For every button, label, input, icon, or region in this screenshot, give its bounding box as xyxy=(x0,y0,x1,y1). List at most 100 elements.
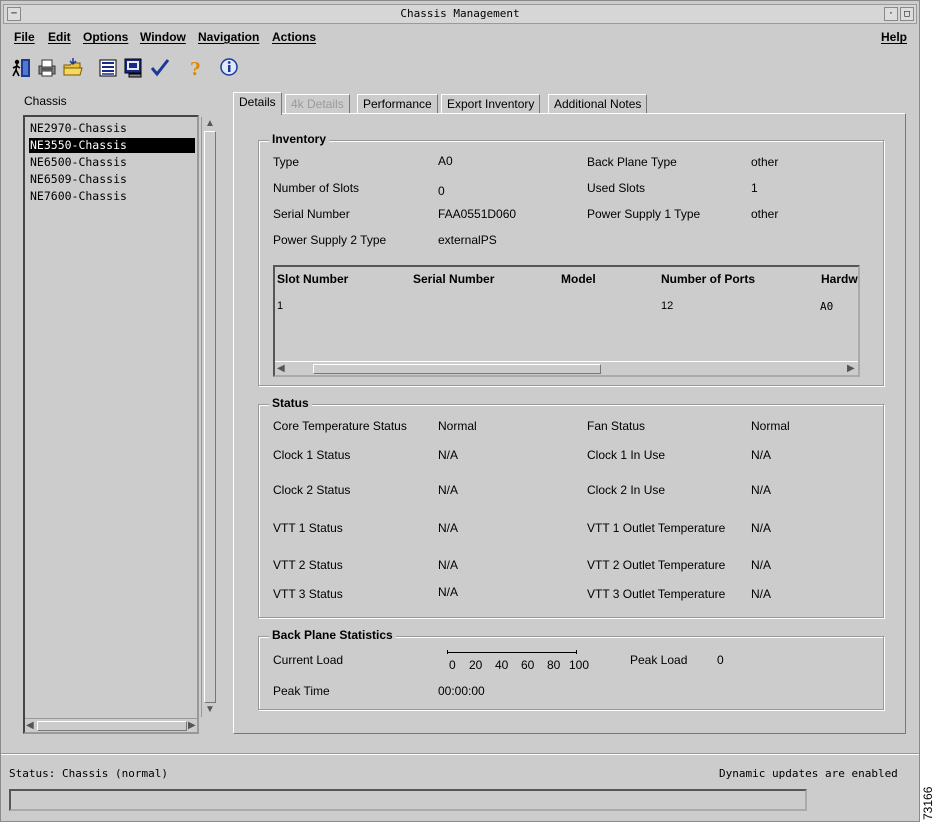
peak-time-value: 00:00:00 xyxy=(438,684,485,698)
column-header-hardware[interactable]: Hardw xyxy=(821,272,858,286)
vtt-2-status-label: VTT 2 Status xyxy=(273,558,343,572)
current-load-gauge: 0 20 40 60 80 100 xyxy=(445,649,591,673)
tab-performance[interactable]: Performance xyxy=(357,94,438,114)
list-item[interactable]: NE6500-Chassis xyxy=(29,155,195,170)
vtt-2-status-value: N/A xyxy=(438,558,459,572)
scale-tick-label: 60 xyxy=(521,658,535,672)
list-icon[interactable] xyxy=(96,56,120,80)
inventory-group: Inventory Type A0 Back Plane Type other … xyxy=(258,132,884,386)
minimize-button[interactable]: · xyxy=(884,7,898,21)
chassis-list[interactable]: NE2970-Chassis NE3550-Chassis NE6500-Cha… xyxy=(23,115,216,734)
scroll-right-icon[interactable]: ▶ xyxy=(847,363,855,375)
clock-2-status-label: Clock 2 Status xyxy=(273,483,351,497)
list-item-selected[interactable]: NE3550-Chassis xyxy=(29,138,195,153)
scroll-thumb[interactable] xyxy=(313,364,601,374)
tab-bar: Details 4k Details Performance Export In… xyxy=(233,92,913,115)
table-horizontal-scrollbar[interactable]: ◀ ▶ xyxy=(275,361,858,375)
window-menu-button[interactable]: ─ xyxy=(7,7,21,21)
column-header-serial-number[interactable]: Serial Number xyxy=(413,272,494,286)
figure-code: 73166 xyxy=(921,780,937,820)
menu-actions[interactable]: Actions xyxy=(272,30,316,44)
used-slots-value: 1 xyxy=(751,181,758,195)
list-item[interactable]: NE2970-Chassis xyxy=(29,121,195,136)
maximize-button[interactable]: □ xyxy=(900,7,914,21)
core-temperature-value: Normal xyxy=(438,419,477,433)
power-supply-1-label: Power Supply 1 Type xyxy=(587,207,701,221)
power-supply-2-value: externalPS xyxy=(438,233,497,247)
vtt-1-outlet-temp-label: VTT 1 Outlet Temperature xyxy=(587,521,726,535)
menu-edit[interactable]: Edit xyxy=(48,30,71,44)
vtt-1-status-value: N/A xyxy=(438,521,459,535)
vtt-1-outlet-temp-value: N/A xyxy=(751,521,772,535)
menu-window[interactable]: Window xyxy=(140,30,186,44)
list-item[interactable]: NE6509-Chassis xyxy=(29,172,195,187)
vtt-1-status-label: VTT 1 Status xyxy=(273,521,343,535)
backplane-type-label: Back Plane Type xyxy=(587,155,677,169)
clock-1-status-value: N/A xyxy=(438,448,459,462)
chassis-management-window: ─ Chassis Management · □ File Edit Optio… xyxy=(0,0,920,822)
folder-icon[interactable] xyxy=(61,56,85,80)
backplane-statistics-title: Back Plane Statistics xyxy=(269,628,396,642)
tab-export-inventory[interactable]: Export Inventory xyxy=(441,94,541,114)
tab-additional-notes[interactable]: Additional Notes xyxy=(548,94,648,114)
vtt-3-status-value: N/A xyxy=(438,585,459,599)
scroll-thumb[interactable] xyxy=(204,131,216,703)
dynamic-updates-message: Dynamic updates are enabled xyxy=(719,767,898,780)
exit-icon[interactable] xyxy=(9,56,33,80)
help-icon[interactable]: ? xyxy=(183,56,207,80)
figure-code-text: 73166 xyxy=(921,786,935,820)
window-title: Chassis Management xyxy=(400,7,520,20)
clock-2-in-use-value: N/A xyxy=(751,483,772,497)
progress-bar xyxy=(9,789,807,811)
slot-table[interactable]: Slot Number Serial Number Model Number o… xyxy=(273,265,860,377)
print-icon[interactable] xyxy=(35,56,59,80)
tab-4k-details[interactable]: 4k Details xyxy=(285,94,350,114)
chassis-label: Chassis xyxy=(24,94,67,108)
peak-time-label: Peak Time xyxy=(273,684,330,698)
toolbar: ? xyxy=(9,56,309,82)
scroll-left-icon[interactable]: ◀ xyxy=(26,720,34,732)
scroll-right-icon[interactable]: ▶ xyxy=(188,720,196,732)
menu-bar: File Edit Options Window Navigation Acti… xyxy=(3,26,917,50)
scale-tick-label: 100 xyxy=(569,658,590,672)
scroll-left-icon[interactable]: ◀ xyxy=(277,363,285,375)
chassis-list-vertical-scrollbar[interactable]: ▲ ▼ xyxy=(201,117,217,717)
peak-load-value: 0 xyxy=(717,653,724,667)
status-message: Status: Chassis (normal) xyxy=(9,767,168,780)
scale-tick-label: 0 xyxy=(449,658,456,672)
chassis-list-horizontal-scrollbar[interactable]: ◀ ▶ xyxy=(25,718,199,732)
peak-load-label: Peak Load xyxy=(630,653,688,667)
table-cell-slot[interactable]: 1 xyxy=(277,300,283,312)
checkmark-icon[interactable] xyxy=(148,56,172,80)
list-item[interactable]: NE7600-Chassis xyxy=(29,189,195,204)
scale-tick-label: 80 xyxy=(547,658,561,672)
column-header-number-of-ports[interactable]: Number of Ports xyxy=(661,272,755,286)
menu-options[interactable]: Options xyxy=(83,30,128,44)
menu-navigation[interactable]: Navigation xyxy=(198,30,259,44)
type-value: A0 xyxy=(438,154,453,168)
title-bar: ─ Chassis Management · □ xyxy=(3,4,917,24)
serial-number-label: Serial Number xyxy=(273,207,350,221)
monitor-icon[interactable] xyxy=(122,56,146,80)
info-icon[interactable] xyxy=(217,56,241,80)
scale-tick-label: 20 xyxy=(469,658,483,672)
svg-text:?: ? xyxy=(190,59,201,79)
scroll-thumb[interactable] xyxy=(37,721,187,731)
scroll-up-icon[interactable]: ▲ xyxy=(205,118,215,130)
inventory-title: Inventory xyxy=(269,132,330,146)
table-cell-hardware[interactable]: A0 xyxy=(820,300,833,313)
column-header-slot-number[interactable]: Slot Number xyxy=(277,272,348,286)
vtt-2-outlet-temp-value: N/A xyxy=(751,558,772,572)
column-header-model[interactable]: Model xyxy=(561,272,596,286)
tab-details[interactable]: Details xyxy=(233,92,282,115)
status-title: Status xyxy=(269,396,312,410)
scale-tick-label: 40 xyxy=(495,658,509,672)
menu-help[interactable]: Help xyxy=(881,30,907,44)
clock-1-status-label: Clock 1 Status xyxy=(273,448,351,462)
number-of-slots-value: 0 xyxy=(438,184,445,198)
vtt-2-outlet-temp-label: VTT 2 Outlet Temperature xyxy=(587,558,726,572)
used-slots-label: Used Slots xyxy=(587,181,646,195)
scroll-down-icon[interactable]: ▼ xyxy=(205,704,215,716)
menu-file[interactable]: File xyxy=(14,30,35,44)
table-cell-ports[interactable]: 12 xyxy=(661,300,673,312)
